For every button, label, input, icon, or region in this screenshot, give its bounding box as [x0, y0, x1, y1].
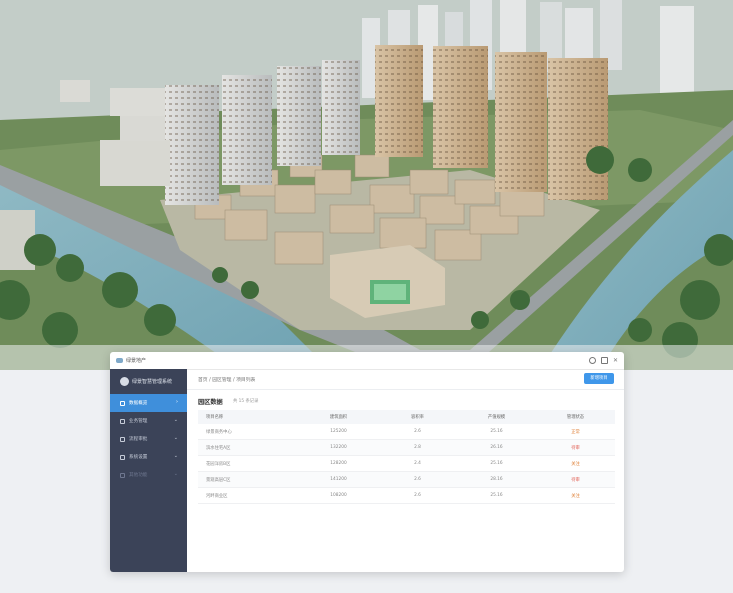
- chevron-right-icon: ›: [176, 399, 178, 405]
- plot-ratio: 2.6: [414, 429, 421, 434]
- brand-icon: [120, 377, 129, 386]
- floor-area: 128200: [330, 461, 347, 466]
- column-header[interactable]: 容积率: [378, 414, 457, 420]
- chevron-down-icon: ⌄: [173, 471, 178, 477]
- sidebar-item-label: 业务管理: [129, 419, 148, 424]
- floor-area: 108200: [330, 493, 347, 498]
- plot-ratio: 2.6: [414, 477, 421, 482]
- gear-icon: [120, 454, 125, 460]
- sidebar-brand-label: 绿景智慧管理系统: [132, 379, 173, 385]
- app-logo[interactable]: 绿景地产: [116, 357, 146, 364]
- floor-area: 125200: [330, 429, 347, 434]
- project-name: 景观高层C区: [206, 477, 231, 483]
- status-badge: 正常: [571, 429, 580, 435]
- logo-icon: [116, 358, 123, 363]
- table-row[interactable]: 绿景商务中心 125200 2.6 25.16 正常: [198, 424, 615, 440]
- sidebar-item-overview[interactable]: 数据概览 ›: [110, 394, 187, 412]
- sidebar-brand[interactable]: 绿景智慧管理系统: [110, 369, 187, 394]
- main-content: 首页 / 园区管理 / 项目列表 新增项目 园区数据 共 15 条记录 项目名称…: [187, 369, 624, 572]
- status-badge: 关注: [571, 461, 580, 467]
- chevron-down-icon: ⌄: [173, 417, 178, 423]
- table-row[interactable]: 滨水住宅A区 132200 2.8 26.16 待审: [198, 440, 615, 456]
- sidebar-item-label: 其他功能: [129, 473, 148, 478]
- app-title: 绿景地产: [126, 358, 147, 364]
- output-scale: 25.16: [490, 429, 503, 434]
- table-header: 项目名称 建筑面积 容积率 产值规模 管理状态: [198, 410, 615, 424]
- output-scale: 28.16: [490, 477, 503, 482]
- plot-ratio: 2.8: [414, 445, 421, 450]
- app-window: 绿景地产 ✕ 绿景智慧管理系统 数据概览 › 业务管理 ⌄ 流程审批 ⌄ 系统设…: [110, 352, 624, 572]
- floor-area: 132200: [330, 445, 347, 450]
- more-icon: [120, 472, 125, 478]
- sidebar-item-label: 系统设置: [129, 455, 148, 460]
- aerial-rendering: [0, 0, 733, 370]
- column-header[interactable]: 管理状态: [536, 414, 615, 420]
- status-badge: 待审: [571, 445, 580, 451]
- sidebar-item-other[interactable]: 其他功能 ⌄: [110, 466, 187, 484]
- sidebar-item-settings[interactable]: 系统设置 ⌄: [110, 448, 187, 466]
- sidebar: 绿景智慧管理系统 数据概览 › 业务管理 ⌄ 流程审批 ⌄ 系统设置 ⌄ 其他功…: [110, 369, 187, 572]
- dashboard-icon: [120, 400, 125, 406]
- grid-icon[interactable]: [600, 357, 608, 364]
- record-count: 共 15 条记录: [233, 399, 259, 404]
- project-name: 花园洋房B区: [206, 461, 231, 467]
- section-title: 园区数据: [198, 399, 223, 406]
- header-divider: [187, 389, 624, 390]
- project-name: 滨水住宅A区: [206, 445, 231, 451]
- chevron-down-icon: ⌄: [173, 435, 178, 441]
- sidebar-item-business[interactable]: 业务管理 ⌄: [110, 412, 187, 430]
- chevron-down-icon: ⌄: [173, 453, 178, 459]
- table-row[interactable]: 河畔商业区 108200 2.6 25.16 关注: [198, 488, 615, 504]
- document-icon: [120, 436, 125, 442]
- output-scale: 26.16: [490, 445, 503, 450]
- column-header[interactable]: 产值规模: [457, 414, 536, 420]
- project-name: 河畔商业区: [206, 493, 228, 499]
- table-row[interactable]: 花园洋房B区 128200 2.4 25.16 关注: [198, 456, 615, 472]
- status-badge: 待审: [571, 477, 580, 483]
- plot-ratio: 2.4: [414, 461, 421, 466]
- sidebar-item-label: 流程审批: [129, 437, 148, 442]
- output-scale: 25.16: [490, 493, 503, 498]
- data-table: 项目名称 建筑面积 容积率 产值规模 管理状态 绿景商务中心 125200 2.…: [198, 410, 615, 504]
- table-row[interactable]: 景观高层C区 141200 2.6 28.16 待审: [198, 472, 615, 488]
- folder-icon: [120, 418, 125, 424]
- floor-area: 141200: [330, 477, 347, 482]
- status-badge: 关注: [571, 493, 580, 499]
- close-icon[interactable]: ✕: [613, 357, 618, 364]
- sidebar-item-approval[interactable]: 流程审批 ⌄: [110, 430, 187, 448]
- plot-ratio: 2.6: [414, 493, 421, 498]
- column-header[interactable]: 建筑面积: [299, 414, 378, 420]
- title-bar: 绿景地产 ✕: [110, 352, 624, 370]
- output-scale: 25.16: [490, 461, 503, 466]
- project-name: 绿景商务中心: [206, 429, 232, 435]
- sidebar-item-label: 数据概览: [129, 401, 148, 406]
- add-project-button[interactable]: 新增项目: [584, 373, 614, 384]
- column-header[interactable]: 项目名称: [198, 414, 299, 420]
- breadcrumb[interactable]: 首页 / 园区管理 / 项目列表: [198, 376, 255, 383]
- search-icon[interactable]: [588, 357, 596, 364]
